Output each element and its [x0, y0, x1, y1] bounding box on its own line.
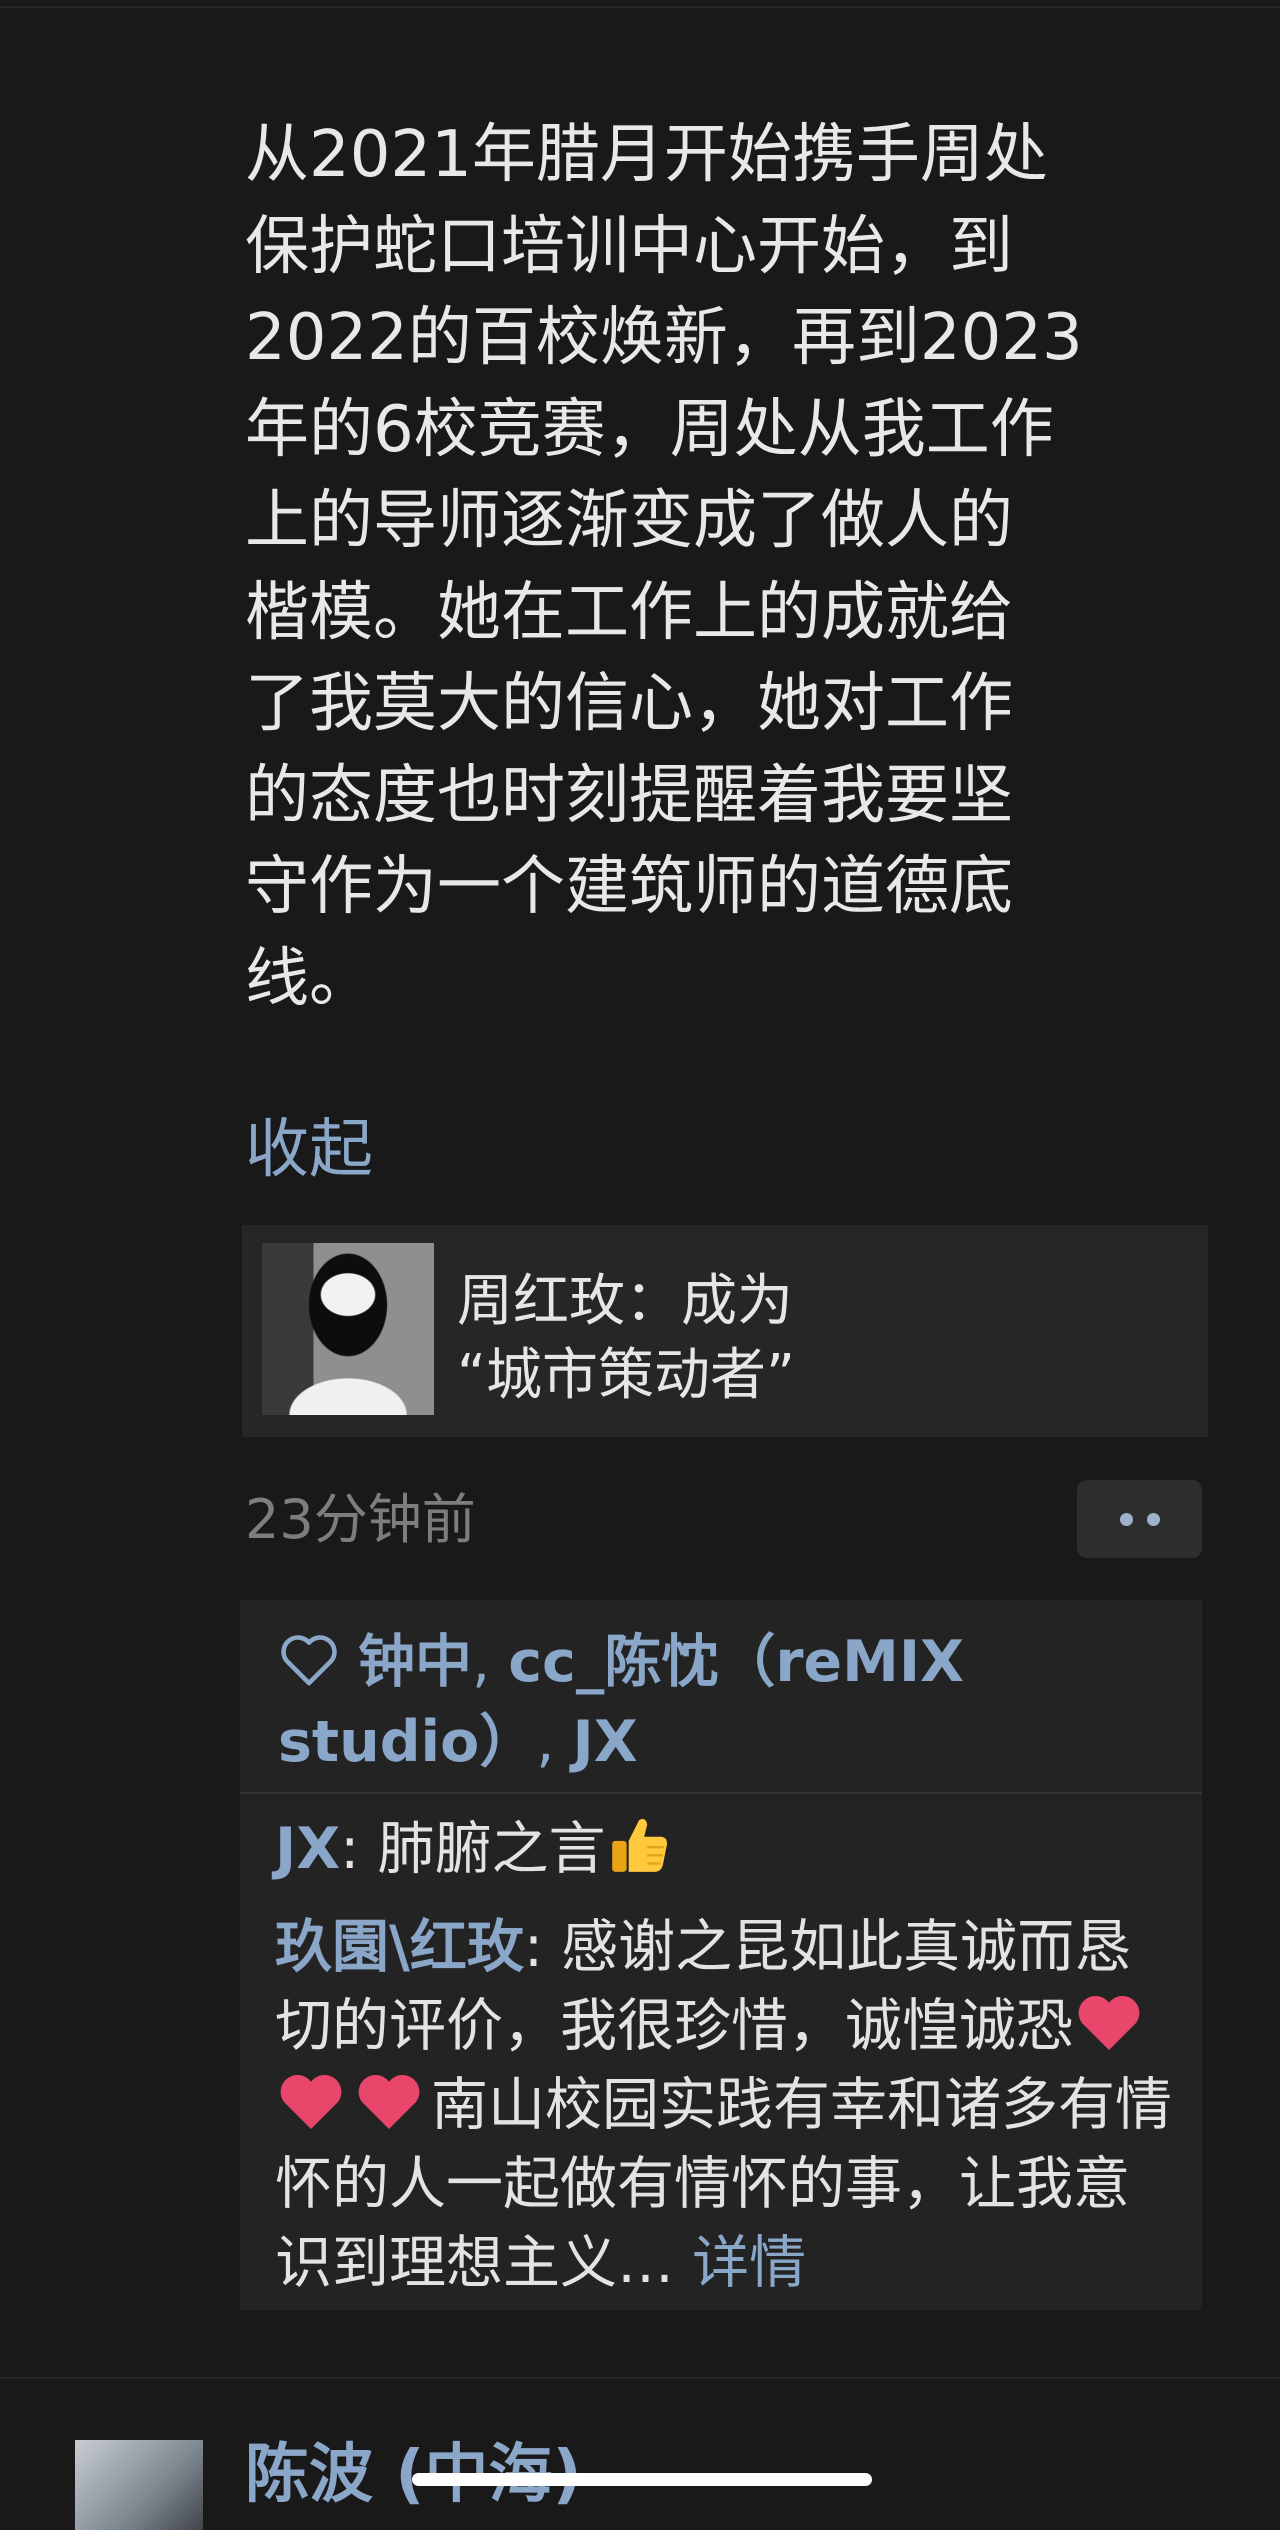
- interaction-panel: 钟中, cc_陈忱（reMIX studio）, JX JX: 肺腑之言 玖園\…: [240, 1600, 1202, 2310]
- likes-row: 钟中, cc_陈忱（reMIX studio）, JX: [278, 1622, 1178, 1782]
- like-name[interactable]: JX: [573, 1709, 638, 1775]
- thumbs-up-emoji: [612, 1818, 668, 1872]
- post-timestamp: 23分钟前: [245, 1488, 476, 1551]
- like-separator: ,: [536, 1709, 573, 1775]
- article-thumbnail: [262, 1243, 434, 1415]
- more-actions-button[interactable]: [1077, 1480, 1202, 1558]
- heart-outline-icon: [281, 1635, 337, 1686]
- comment-item[interactable]: JX: 肺腑之言: [275, 1810, 1180, 1889]
- home-indicator[interactable]: [412, 2473, 872, 2486]
- comment-separator: :: [523, 1914, 562, 1980]
- comment-item[interactable]: 玖園\红玫: 感谢之昆如此真诚而恳切的评价，我很珍惜，诚惶诚恐南山校园实践有幸和…: [275, 1908, 1180, 2303]
- comment-text: 肺腑之言: [377, 1816, 606, 1882]
- like-separator: ,: [472, 1629, 509, 1695]
- red-heart-emoji: [1078, 1996, 1140, 2050]
- comment-separator: :: [340, 1816, 378, 1882]
- comment-detail-link[interactable]: 详情: [692, 2230, 806, 2296]
- more-dot-icon: [1146, 1512, 1160, 1526]
- collapse-link[interactable]: 收起: [245, 1105, 373, 1195]
- comment-author[interactable]: JX: [275, 1816, 340, 1882]
- avatar[interactable]: [75, 2440, 203, 2530]
- panel-divider: [240, 1792, 1202, 1794]
- feed-divider: [0, 2377, 1280, 2379]
- comment-author[interactable]: 玖園\红玫: [275, 1914, 524, 1980]
- post-text: 从2021年腊月开始携手周处 保护蛇口培训中心开始，到 2022的百校焕新，再到…: [245, 118, 1083, 1016]
- article-title: 周红玫：成为 “城市策动者”: [457, 1269, 796, 1408]
- red-heart-emoji: [358, 2075, 420, 2129]
- top-divider: [0, 6, 1280, 8]
- more-dot-icon: [1119, 1512, 1133, 1526]
- shared-article-card[interactable]: 周红玫：成为 “城市策动者”: [242, 1225, 1208, 1437]
- red-heart-emoji: [280, 2075, 342, 2129]
- like-name[interactable]: 钟中: [358, 1629, 472, 1695]
